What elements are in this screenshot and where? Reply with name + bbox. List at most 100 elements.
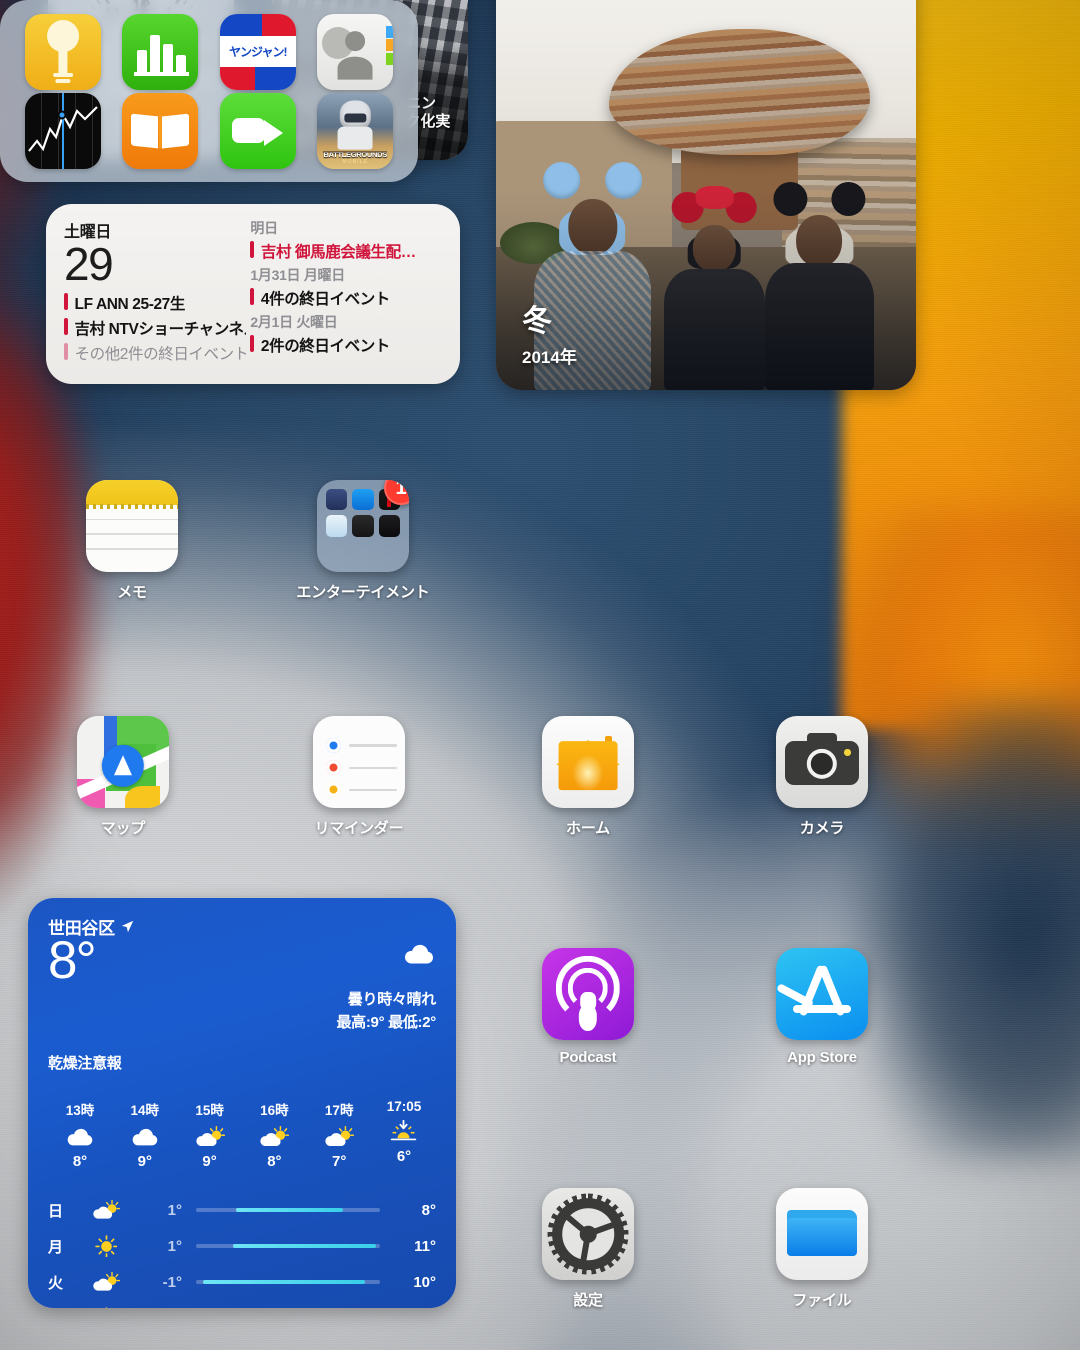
weather-day-label: 月 <box>48 1238 64 1256</box>
calendar-event[interactable]: 吉村 御馬鹿会議生配… <box>250 240 444 262</box>
weather-alert: 乾燥注意報 <box>48 1055 122 1072</box>
mini-icon-6 <box>378 515 400 537</box>
weather-hour-icon <box>115 1122 175 1152</box>
podcast-icon <box>542 948 634 1040</box>
calendar-event-title: 吉村 NTVショーチャンネル 17… <box>74 321 247 339</box>
partly-sunny-icon <box>195 1126 225 1147</box>
weather-hour-label: 15時 <box>195 1103 224 1118</box>
mini-icon-1 <box>326 489 348 511</box>
weather-hourly-row: 13時 8° 14時 9° 15時 9° 16時 8° 17時 7° 17:05 6° <box>48 1095 436 1172</box>
weather-hour-cell: 16時 8° <box>244 1099 304 1170</box>
weather-temp-range-bar <box>196 1208 380 1212</box>
weather-hour-icon <box>50 1122 110 1152</box>
sunset-icon <box>391 1119 417 1141</box>
weather-day-row: 火 -1° 10° <box>48 1264 436 1300</box>
weather-hour-icon <box>309 1122 369 1152</box>
weather-hour-temp: 8° <box>72 1153 88 1170</box>
app-notes[interactable]: メモ <box>52 480 212 602</box>
weather-hour-label: 13時 <box>65 1103 95 1118</box>
weather-widget[interactable]: 世田谷区 8° 曇り時々晴れ 最高:9° 最低:2° 乾燥注意報 13時 8° … <box>28 898 456 1308</box>
weather-hour-temp: 9° <box>202 1153 217 1170</box>
app-podcast[interactable]: Podcast <box>508 948 668 1066</box>
calendar-event-title: LF ANN 25-27生 <box>74 296 186 314</box>
mini-icon-2 <box>352 489 374 511</box>
app-label-files: ファイル <box>792 1292 852 1309</box>
app-label-appstore: App Store <box>787 1049 857 1066</box>
weather-condition: 曇り時々晴れ <box>347 991 437 1008</box>
app-label-settings: 設定 <box>573 1292 603 1309</box>
app-appstore[interactable]: App Store <box>742 948 902 1066</box>
weather-hour-cell: 17時 7° <box>309 1099 369 1170</box>
app-maps[interactable]: マップ <box>43 716 203 838</box>
weather-hour-cell: 15時 9° <box>180 1099 240 1170</box>
weather-hour-label: 17:05 <box>386 1099 422 1114</box>
app-label-camera: カメラ <box>799 820 845 837</box>
calendar-event[interactable]: その他2件の終日イベント <box>64 342 246 364</box>
calendar-date-header: 明日 <box>250 220 278 236</box>
weather-day-low: 1° <box>167 1237 182 1255</box>
calendar-day-number: 29 <box>64 238 114 290</box>
weather-hour-icon <box>244 1122 304 1152</box>
weather-hour-label: 17時 <box>324 1103 354 1118</box>
weather-day-icon <box>84 1306 128 1308</box>
weather-current-temp: 8° <box>48 931 97 990</box>
app-label-home: ホーム <box>566 820 610 837</box>
weather-high-low: 最高:9° 最低:2° <box>336 1014 436 1031</box>
calendar-widget[interactable]: 土曜日 29 LF ANN 25-27生吉村 NTVショーチャンネル 17…その… <box>46 204 460 384</box>
weather-day-low: 1° <box>167 1201 182 1219</box>
app-grid-numbers-icon[interactable] <box>122 13 199 90</box>
app-grid-stocks-icon[interactable] <box>24 92 101 169</box>
app-folder-entertainment[interactable]: 1 エンターテイメント <box>283 480 443 602</box>
sunny-icon <box>94 1234 118 1258</box>
app-settings[interactable]: 設定 <box>508 1188 668 1310</box>
weather-day-low: -1° <box>162 1273 182 1291</box>
weather-day-label: 水 <box>48 1308 78 1309</box>
photos-widget[interactable]: 冬 2014年 <box>496 0 916 390</box>
weather-day-high: 10° <box>413 1273 436 1291</box>
calendar-event-title: 4件の終日イベント <box>260 291 390 308</box>
reminders-icon <box>313 716 405 808</box>
weather-day-high: 11° <box>414 1237 436 1255</box>
app-label-reminders: リマインダー <box>314 820 404 837</box>
calendar-event[interactable]: 2件の終日イベント <box>250 334 444 356</box>
app-grid-contacts-icon[interactable] <box>317 13 394 90</box>
calendar-event-title: 2件の終日イベント <box>260 338 390 355</box>
home-icon <box>542 716 634 808</box>
app-grid-pubg-icon[interactable]: BATTLEGROUNDS MOBILE <box>317 92 394 169</box>
weather-hour-temp: 7° <box>332 1153 347 1170</box>
cloud-icon <box>67 1129 93 1146</box>
calendar-event-color-bar <box>64 343 68 361</box>
photo-year-label: 2014年 <box>522 348 577 367</box>
app-reminders[interactable]: リマインダー <box>279 716 439 838</box>
calendar-event[interactable]: LF ANN 25-27生 <box>64 292 246 314</box>
app-grid-cells: ヤンジャン! BATTLEGROUNDS MOBILE <box>0 0 418 182</box>
calendar-event-color-bar <box>250 288 254 305</box>
app-camera[interactable]: カメラ <box>742 716 902 838</box>
calendar-event-title: 吉村 御馬鹿会議生配… <box>260 244 416 261</box>
weather-hour-icon <box>374 1117 434 1147</box>
weather-hour-cell: 13時 8° <box>50 1099 110 1170</box>
weather-day-icon <box>84 1199 128 1221</box>
app-grid-facetime-icon[interactable] <box>219 92 296 169</box>
app-grid-yanjan-icon[interactable]: ヤンジャン! <box>219 13 296 90</box>
notes-icon <box>86 480 178 572</box>
calendar-date-header: 2月1日 火曜日 <box>250 314 338 330</box>
location-arrow-icon <box>121 920 133 933</box>
calendar-event-title: その他2件の終日イベント <box>74 346 247 364</box>
app-grid-books-icon[interactable] <box>122 92 199 169</box>
calendar-today-events: LF ANN 25-27生吉村 NTVショーチャンネル 17… その他2件の終日イ… <box>64 292 246 364</box>
app-grid-tips-icon[interactable] <box>24 13 101 90</box>
weather-hour-label: 16時 <box>260 1103 289 1118</box>
app-label-maps: マップ <box>100 820 146 837</box>
weather-hour-temp: 9° <box>137 1153 152 1170</box>
app-files[interactable]: ファイル <box>742 1188 902 1310</box>
calendar-event[interactable]: 吉村 NTVショーチャンネル 17… <box>64 317 246 339</box>
app-grid-widget[interactable]: ヤンジャン! BATTLEGROUNDS MOBILE <box>0 0 418 182</box>
calendar-today-column: 土曜日 29 LF ANN 25-27生吉村 NTVショーチャンネル 17…その… <box>64 218 246 374</box>
weather-hour-temp: 6° <box>396 1148 412 1165</box>
partly-sunny-icon <box>93 1199 120 1219</box>
calendar-event[interactable]: 4件の終日イベント <box>250 287 444 309</box>
calendar-event-color-bar <box>64 318 68 336</box>
sunny-icon <box>105 1306 107 1308</box>
app-home[interactable]: ホーム <box>508 716 668 838</box>
